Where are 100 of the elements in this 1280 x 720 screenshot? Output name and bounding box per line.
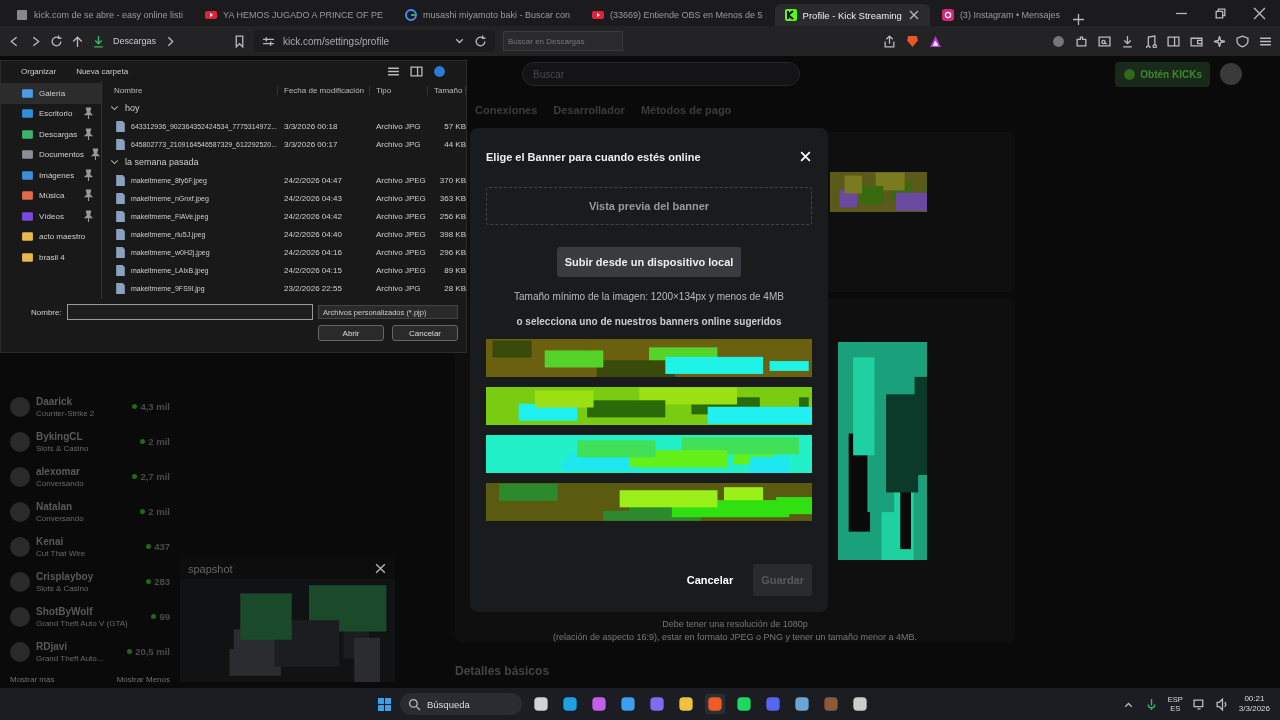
reload-icon [474, 34, 488, 48]
file-date: 24/2/2026 04:47 [283, 175, 343, 185]
page-icon [16, 9, 28, 21]
banner-requirements: Debe tener una resolución de 1080p (relación de aspecto 16:9), estar en formato JPEG o PNG y tener un tamaño menor a 4MB. [552, 618, 918, 644]
column-header[interactable]: Fecha de modificación [278, 85, 370, 95]
tab-search-icon[interactable] [1098, 34, 1111, 48]
file-type: Archivo JPEG [375, 229, 427, 239]
banner-preview: Vista previa del banner [486, 187, 812, 225]
nav-item[interactable]: Vídeos [1, 206, 101, 227]
shield-icon[interactable] [1236, 34, 1249, 48]
new-tab-icon[interactable] [1072, 13, 1086, 26]
nav-item[interactable]: Imágenes [1, 165, 101, 186]
nav-item[interactable]: Documentos [1, 144, 101, 165]
browser-tab[interactable]: Profile - Kick Streaming [774, 4, 930, 26]
column-header[interactable]: Tipo [370, 85, 428, 95]
nav-label: Escritorio [39, 109, 73, 119]
download-icon[interactable] [1121, 34, 1134, 48]
music-icon[interactable] [1144, 34, 1157, 48]
nav-item[interactable]: brasil 4 [1, 247, 101, 268]
address-bar[interactable]: kick.com/settings/profile [254, 30, 496, 52]
location-icon [21, 209, 34, 223]
suggestion-label: o selecciona uno de nuestros banners online sugeridos [515, 316, 783, 327]
location-icon [21, 107, 34, 121]
nav-label: Imágenes [39, 170, 75, 180]
location-icon [21, 168, 34, 182]
file-type: Archivo JPG [375, 283, 422, 293]
close-icon[interactable] [374, 562, 387, 575]
image-file-icon [114, 281, 127, 295]
group-label: la semana pasada [125, 157, 199, 167]
get-kicks-button[interactable]: Obtén KICKs [1115, 61, 1210, 87]
nav-label: Descargas [39, 129, 78, 139]
file-size: 296 KB [438, 247, 466, 257]
organize-menu[interactable]: Organizar [21, 66, 57, 76]
browser-tab[interactable]: kick.com de se abre - easy online listi [6, 4, 194, 26]
upload-button[interactable]: Subir desde un dispositivo local [556, 247, 742, 277]
file-type: Archivo JPG [375, 121, 422, 131]
file-type: Archivo JPEG [375, 265, 427, 275]
nav-item[interactable]: Música [1, 185, 101, 206]
volume-icon[interactable] [1215, 697, 1229, 711]
channel-category: Conversando [36, 513, 85, 523]
column-header[interactable]: Tamaño [428, 85, 466, 95]
file-date: 24/2/2026 04:15 [283, 265, 343, 275]
search-field[interactable]: Búsqueda [400, 693, 522, 715]
image-file-icon [114, 263, 127, 277]
close-icon[interactable] [1253, 6, 1266, 20]
nav-label: Vídeos [39, 211, 64, 221]
image-file-icon [114, 209, 127, 223]
nav-item[interactable]: Descargas [1, 124, 101, 145]
triangle-icon[interactable] [929, 34, 942, 48]
column-header[interactable]: Nombre [108, 85, 278, 95]
file-date: 24/2/2026 04:40 [283, 229, 343, 239]
viewer-count: 20,5 mil [127, 646, 170, 657]
start-icon[interactable] [378, 697, 391, 711]
browser-tab[interactable]: (3) Instagram • Mensajes [931, 4, 1071, 26]
nav-label: Música [39, 191, 65, 201]
cancel-button[interactable]: Cancelar [680, 573, 740, 587]
nav-label: Documentos [39, 150, 84, 160]
restore-icon[interactable] [1214, 6, 1227, 20]
up-arrow-icon[interactable] [71, 34, 84, 48]
show-less-link[interactable]: Mostrar Menos [116, 675, 170, 684]
close-icon[interactable] [907, 9, 920, 21]
browser-tab[interactable]: musashi miyamoto baki - Buscar con [394, 4, 580, 26]
file-date: 3/3/2026 00:18 [283, 121, 339, 131]
group-label: hoy [125, 103, 140, 113]
viewer-count: 2 mil [140, 436, 170, 447]
extensions-icon[interactable] [1075, 34, 1088, 48]
dialog-title: Elige el Banner para cuando estés online [486, 150, 701, 163]
network-icon[interactable] [1192, 697, 1206, 711]
file-date: 23/2/2026 22:55 [283, 283, 343, 293]
image-file-icon [114, 191, 127, 205]
open-button[interactable]: Abrir [318, 325, 384, 341]
file-size: 256 KB [438, 211, 466, 221]
file-date: 24/2/2026 04:16 [283, 247, 343, 257]
channel-category: Counter-Strike 2 [36, 408, 96, 418]
clock[interactable]: 00:21 3/3/2026 [1238, 694, 1270, 714]
section-heading: Detalles básicos [455, 664, 551, 678]
preview-pane-icon[interactable] [410, 64, 423, 78]
nav-item[interactable]: acto maestro [1, 226, 101, 247]
breadcrumb-item[interactable]: Descargas [113, 36, 157, 46]
file-name-label: Nombre: [31, 307, 62, 317]
refresh-icon[interactable] [50, 34, 63, 48]
image-file-icon [114, 245, 127, 259]
viewer-count: 99 [151, 611, 170, 622]
file-name-field[interactable] [66, 304, 313, 320]
file-type: Archivo JPEG [375, 211, 427, 221]
search-field[interactable]: Buscar en Descargas [503, 31, 624, 51]
help-icon[interactable] [433, 64, 446, 78]
nav-item[interactable]: Escritorio [1, 103, 101, 124]
show-more-link[interactable]: Mostrar más [10, 675, 55, 684]
file-size: 370 KB [438, 175, 466, 185]
browser-tab[interactable]: (33669) Entiende OBS en Menos de 5 [582, 4, 773, 26]
search-logo-icon [404, 9, 417, 21]
sidebar-icon[interactable] [1167, 34, 1180, 48]
sparkle-icon[interactable] [1213, 34, 1226, 48]
new-folder-button[interactable]: Nueva carpeta [76, 66, 129, 76]
cancel-button[interactable]: Cancelar [392, 325, 458, 341]
share-icon[interactable] [883, 34, 896, 48]
browser-tab[interactable]: YA HEMOS JUGADO A PRINCE OF PE [195, 4, 393, 26]
camera-logo-icon [941, 9, 954, 21]
nav-item[interactable]: Galería [1, 83, 101, 104]
